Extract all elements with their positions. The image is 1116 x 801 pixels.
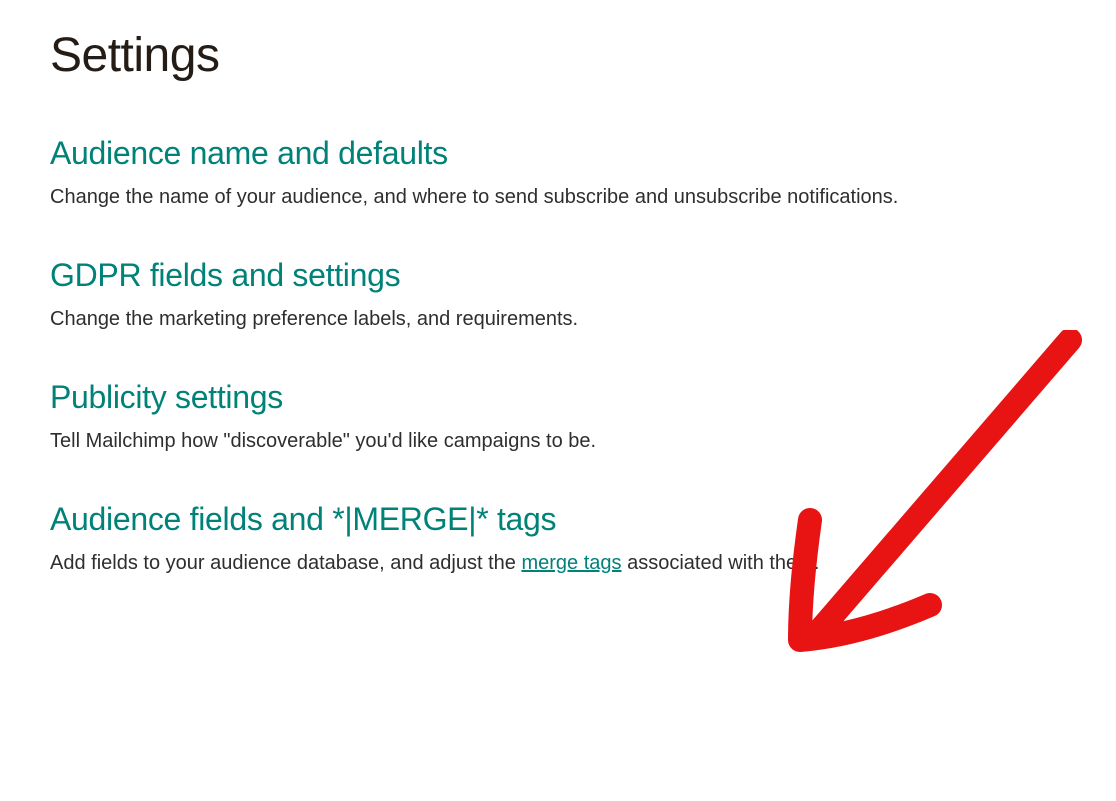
description-publicity: Tell Mailchimp how "discoverable" you'd … — [50, 426, 1066, 457]
settings-section-audience-fields-merge: Audience fields and *|MERGE|* tags Add f… — [50, 501, 1066, 579]
description-suffix: associated with them. — [622, 552, 820, 574]
settings-section-gdpr: GDPR fields and settings Change the mark… — [50, 257, 1066, 335]
description-prefix: Add fields to your audience database, an… — [50, 552, 521, 574]
link-audience-name-defaults[interactable]: Audience name and defaults — [50, 135, 1066, 172]
link-audience-fields-merge-tags[interactable]: Audience fields and *|MERGE|* tags — [50, 501, 1066, 538]
link-merge-tags[interactable]: merge tags — [521, 552, 621, 574]
description-audience-name-defaults: Change the name of your audience, and wh… — [50, 182, 1066, 213]
description-gdpr: Change the marketing preference labels, … — [50, 304, 1066, 335]
link-publicity-settings[interactable]: Publicity settings — [50, 379, 1066, 416]
link-gdpr-fields-settings[interactable]: GDPR fields and settings — [50, 257, 1066, 294]
settings-section-publicity: Publicity settings Tell Mailchimp how "d… — [50, 379, 1066, 457]
description-audience-fields-merge: Add fields to your audience database, an… — [50, 548, 1066, 579]
settings-section-audience-name-defaults: Audience name and defaults Change the na… — [50, 135, 1066, 213]
page-title: Settings — [50, 28, 1066, 83]
